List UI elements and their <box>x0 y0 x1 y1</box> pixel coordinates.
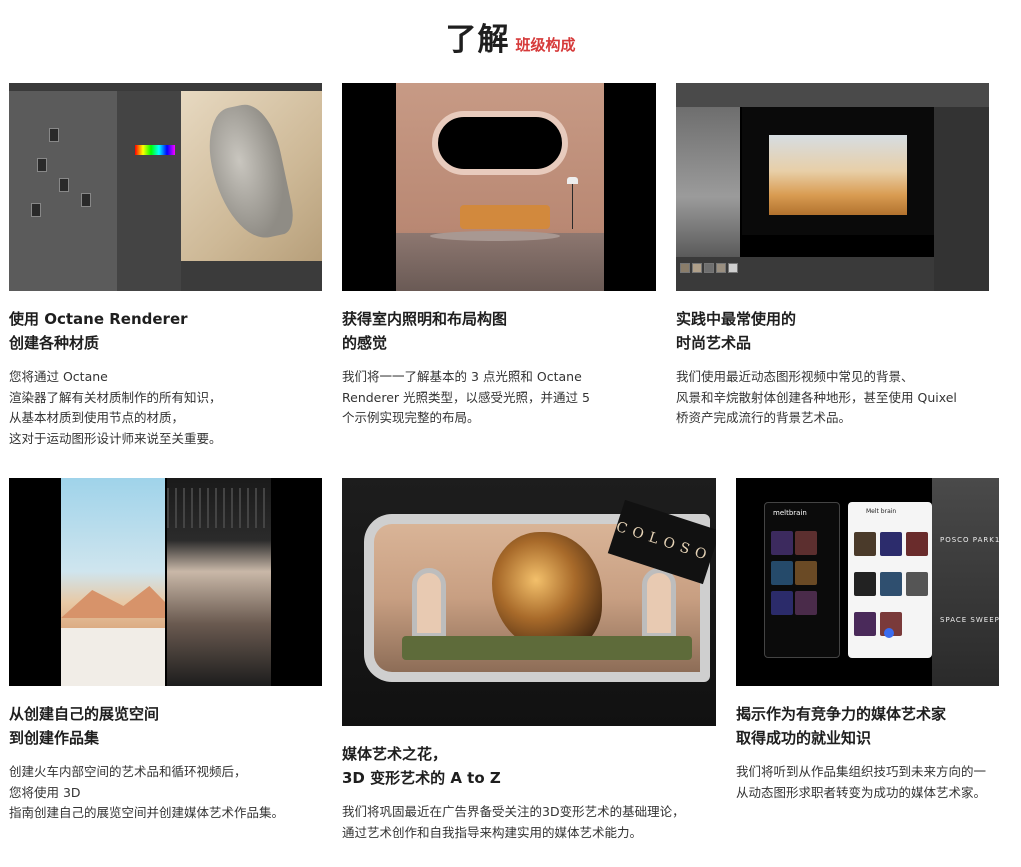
card-title: 揭示作为有竞争力的媒体艺术家 取得成功的就业知识 <box>736 705 947 747</box>
card-thumbnail <box>676 83 989 291</box>
card-thumbnail: meltbrain Melt brain POSCO PARK153 SPACE… <box>736 478 999 686</box>
card-thumbnail <box>9 83 322 291</box>
card-thumbnail: COLOSO <box>342 478 716 726</box>
card-title: 媒体艺术之花， 3D 变形艺术的 A to Z <box>342 745 501 787</box>
app-name-label: Melt brain <box>866 508 897 515</box>
section-title: 了解 <box>445 22 510 58</box>
card-thumbnail <box>342 83 656 291</box>
card-octane-materials: 使用 Octane Renderer 创建各种材质 您将通过 Octane 渲染… <box>9 83 322 449</box>
section-subtitle: 班级构成 <box>515 36 576 54</box>
card-anamorphic-art: COLOSO 媒体艺术之花， 3D 变形艺术的 A to Z 我们将巩固最近在广… <box>342 478 716 843</box>
card-title: 从创建自己的展览空间 到创建作品集 <box>9 705 160 747</box>
card-thumbnail <box>9 478 322 686</box>
card-description: 我们将巩固最近在广告界备受关注的3D变形艺术的基础理论， 通过艺术创作和自我指导… <box>342 804 685 840</box>
card-description: 我们将听到从作品集组织技巧到未来方向的一 从动态图形求职者转变为成功的媒体艺术家… <box>736 764 987 800</box>
card-interior-lighting: 获得室内照明和布局构图 的感觉 我们将一一了解基本的 3 点光照和 Octane… <box>342 83 656 429</box>
card-title: 实践中最常使用的 时尚艺术品 <box>676 310 797 352</box>
card-description: 您将通过 Octane 渲染器了解有关材质制作的所有知识， 从基本材质到使用节点… <box>9 369 222 446</box>
side-label-2: SPACE SWEEPER <box>940 616 999 624</box>
card-title: 使用 Octane Renderer 创建各种材质 <box>9 310 188 352</box>
app-name-label: meltbrain <box>773 509 807 517</box>
card-employment-knowledge: meltbrain Melt brain POSCO PARK153 SPACE… <box>736 478 999 803</box>
card-trendy-artwork: 实践中最常使用的 时尚艺术品 我们使用最近动态图形视频中常见的背景、 风景和辛烷… <box>676 83 989 429</box>
card-title: 获得室内照明和布局构图 的感觉 <box>342 310 508 352</box>
card-exhibition-portfolio: 从创建自己的展览空间 到创建作品集 创建火车内部空间的艺术品和循环视频后， 您将… <box>9 478 322 824</box>
card-description: 我们将一一了解基本的 3 点光照和 Octane Renderer 光照类型，以… <box>342 369 590 425</box>
section-header: 了解 班级构成 <box>0 14 1021 58</box>
card-description: 创建火车内部空间的艺术品和循环视频后， 您将使用 3D 指南创建自己的展览空间并… <box>9 764 285 820</box>
card-description: 我们使用最近动态图形视频中常见的背景、 风景和辛烷散射体创建各种地形，甚至使用 … <box>676 369 957 425</box>
side-label-1: POSCO PARK153 <box>940 536 999 544</box>
